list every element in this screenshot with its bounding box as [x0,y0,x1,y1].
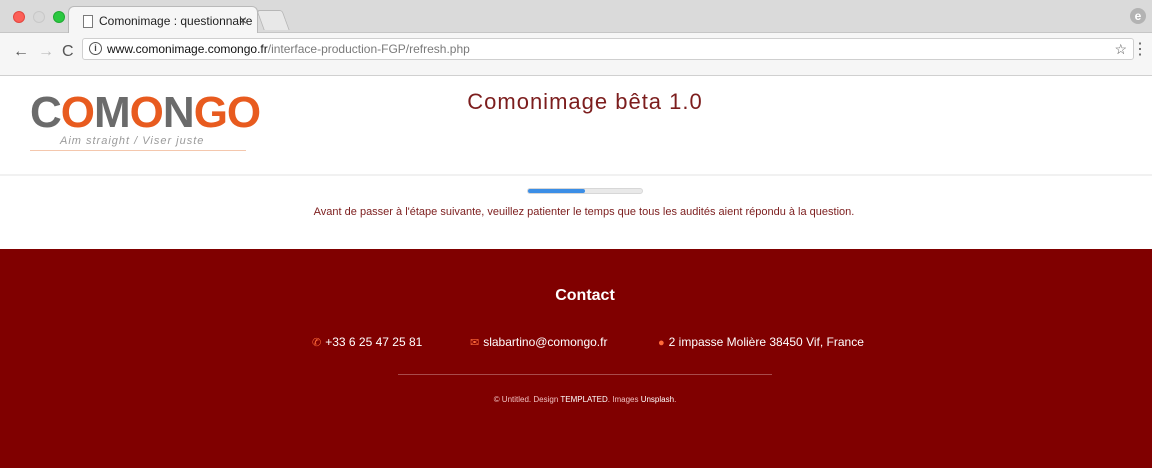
window-zoom-button[interactable] [53,11,65,23]
address-bar[interactable]: i www.comonimage.comongo.fr/interface-pr… [82,38,1134,60]
logo-tagline: Aim straight / Viser juste [60,135,205,147]
phone-text: +33 6 25 47 25 81 [325,335,423,349]
footer-divider [398,374,772,375]
site-footer: Contact ✆ +33 6 25 47 25 81 ✉ slabartino@c… [0,249,1152,468]
info-icon[interactable]: i [89,42,102,55]
site-header: COMONGO Aim straight / Viser juste Comon… [0,76,1152,176]
bookmark-star-icon[interactable]: ☆ [1114,41,1127,58]
contact-phone[interactable]: ✆ +33 6 25 47 25 81 [312,335,422,349]
page-title: Comonimage bêta 1.0 [467,89,703,114]
browser-toolbar: ← → C i www.comonimage.comongo.fr/interf… [0,33,1152,76]
new-tab-button[interactable] [256,10,290,30]
browser-menu-icon[interactable]: ⋮ [1132,39,1148,59]
url-text[interactable]: www.comonimage.comongo.fr/interface-prod… [107,42,470,56]
window-close-button[interactable] [13,11,25,23]
phone-icon: ✆ [312,337,322,349]
tab-title: Comonimage : questionnaire [99,14,253,28]
url-path: /interface-production-FGP/refresh.php [267,42,470,56]
profile-icon[interactable]: e [1130,8,1146,24]
envelope-icon: ✉ [470,337,480,349]
progress-fill [528,189,585,193]
page-icon [83,15,93,28]
contact-email[interactable]: ✉ slabartino@comongo.fr [470,335,607,349]
footer-credits: © Untitled. Design TEMPLATED. Images Uns… [0,395,1152,404]
address-text: 2 impasse Molière 38450 Vif, France [668,335,864,349]
back-arrow-icon[interactable]: ← [13,43,29,61]
forward-arrow-icon[interactable]: → [38,43,54,61]
footer-heading: Contact [555,287,615,304]
logo-underline [30,150,246,151]
window-minimize-button[interactable] [33,11,45,23]
wait-message: Avant de passer à l'étape suivante, veui… [313,206,855,218]
progress-bar [527,188,643,194]
browser-tab[interactable]: Comonimage : questionnaire × [68,6,258,34]
contact-list: ✆ +33 6 25 47 25 81 ✉ slabartino@comongo.f… [0,335,1152,351]
tab-close-icon[interactable]: × [239,12,247,28]
templated-link[interactable]: TEMPLATED [560,395,607,404]
reload-icon[interactable]: C [62,43,74,61]
contact-address: ● 2 impasse Molière 38450 Vif, France [658,335,864,349]
browser-tabstrip: Comonimage : questionnaire × e [0,0,1152,34]
map-marker-icon: ● [658,337,665,349]
credits-end: . [674,395,677,404]
credits-images: . Images [607,395,639,404]
credits-copyright: © Untitled. Design [493,395,559,404]
unsplash-link[interactable]: Unsplash [641,395,674,404]
url-host: www.comonimage.comongo.fr [107,42,268,56]
email-text: slabartino@comongo.fr [483,335,608,349]
